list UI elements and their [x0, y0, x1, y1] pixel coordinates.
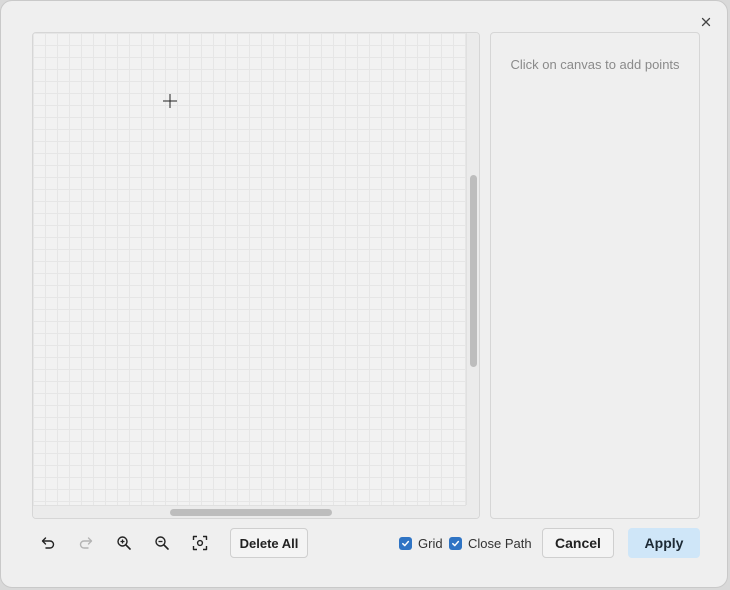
redo-icon — [79, 537, 93, 549]
grid-checkbox-label: Grid — [418, 535, 443, 551]
close-path-checkbox[interactable]: Close Path — [449, 534, 532, 552]
vertical-scrollbar[interactable] — [466, 33, 479, 506]
horizontal-scroll-thumb[interactable] — [170, 509, 332, 516]
horizontal-scrollbar[interactable] — [33, 505, 467, 518]
zoom-out-button[interactable] — [149, 531, 175, 555]
crosshair-icon — [163, 94, 177, 108]
undo-icon — [41, 537, 55, 549]
apply-button[interactable]: Apply — [628, 528, 700, 558]
redo-button[interactable] — [73, 531, 99, 555]
close-path-checkbox-box[interactable] — [449, 536, 462, 550]
checkmark-icon — [452, 540, 460, 546]
scrollbar-corner — [466, 505, 479, 518]
canvas-container — [32, 32, 480, 519]
fit-to-screen-icon — [192, 535, 208, 551]
points-panel: Click on canvas to add points — [490, 32, 700, 519]
undo-button[interactable] — [35, 531, 61, 555]
close-button[interactable] — [698, 14, 714, 30]
zoom-in-icon — [117, 536, 131, 550]
vertical-scroll-thumb[interactable] — [470, 175, 477, 367]
fit-to-screen-button[interactable] — [187, 531, 213, 555]
path-editor-dialog: Click on canvas to add points Delete All… — [0, 0, 728, 588]
delete-all-button[interactable]: Delete All — [230, 528, 308, 558]
zoom-out-icon — [155, 536, 169, 550]
close-icon — [701, 17, 711, 27]
grid-checkbox-box[interactable] — [399, 536, 412, 550]
points-hint: Click on canvas to add points — [510, 57, 680, 72]
drawing-canvas[interactable] — [33, 33, 467, 506]
cancel-button[interactable]: Cancel — [542, 528, 614, 558]
checkmark-icon — [402, 540, 410, 546]
grid-checkbox[interactable]: Grid — [399, 534, 443, 552]
close-path-checkbox-label: Close Path — [468, 535, 532, 551]
zoom-in-button[interactable] — [111, 531, 137, 555]
